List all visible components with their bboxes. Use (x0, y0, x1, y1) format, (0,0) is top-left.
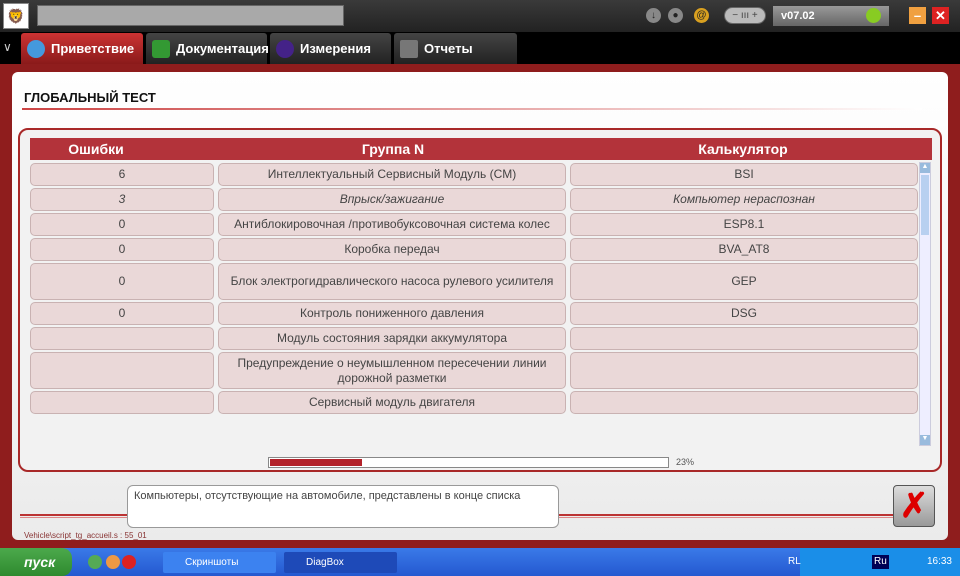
tab-measurements[interactable]: Измерения (270, 33, 391, 64)
tab-bar: ∨ Приветствие Документация Измерения Отч… (0, 32, 960, 64)
cell-group[interactable]: Антиблокировочная /противобуксовочная си… (218, 213, 566, 236)
waveform-icon (276, 40, 294, 58)
language-indicator[interactable]: RL (788, 548, 801, 576)
cell-errors[interactable]: 6 (30, 163, 214, 186)
cell-group[interactable]: Предупреждение о неумышленном пересечени… (218, 352, 566, 389)
cell-errors[interactable]: 0 (30, 238, 214, 261)
title-divider (22, 108, 922, 110)
volume-control[interactable]: − ııı + (724, 7, 766, 24)
cell-errors[interactable]: 0 (30, 263, 214, 300)
cell-calc[interactable]: ESP8.1 (570, 213, 918, 236)
cell-calc[interactable] (570, 391, 918, 414)
cell-calc[interactable] (570, 327, 918, 350)
download-icon[interactable]: ↓ (646, 8, 661, 23)
cell-errors[interactable] (30, 391, 214, 414)
chrome-icon[interactable] (106, 555, 120, 569)
header-group: Группа N (361, 141, 425, 157)
taskbar: пуск Скриншоты DiagBox RL Ru 16:33 (0, 548, 960, 576)
cell-group[interactable]: Блок электрогидравлического насоса рулев… (218, 263, 566, 300)
cell-errors[interactable]: 3 (30, 188, 214, 211)
close-window-button[interactable]: ✕ (932, 7, 949, 24)
cell-group[interactable]: Модуль состояния зарядки аккумулятора (218, 327, 566, 350)
taskbar-item-diagbox[interactable]: DiagBox (284, 552, 397, 573)
version-display: v07.02 (773, 6, 889, 26)
content-area: ГЛОБАЛЬНЫЙ ТЕСТ Ошибки Группа N Калькуля… (12, 72, 948, 540)
info-message: Компьютеры, отсутствующие на автомобиле,… (127, 485, 559, 528)
connection-status-icon (866, 8, 881, 23)
scrollbar[interactable]: ▲ ▼ (919, 162, 931, 446)
cell-group[interactable]: Сервисный модуль двигателя (218, 391, 566, 414)
start-button[interactable]: пуск (0, 548, 72, 576)
cell-group[interactable]: Интеллектуальный Сервисный Модуль (CM) (218, 163, 566, 186)
cell-calc[interactable]: DSG (570, 302, 918, 325)
user-icon[interactable]: ● (668, 8, 683, 23)
compass-icon (27, 40, 45, 58)
system-tray: RL Ru 16:33 (788, 548, 960, 576)
cell-errors[interactable]: 0 (30, 213, 214, 236)
page-title: ГЛОБАЛЬНЫЙ ТЕСТ (24, 90, 156, 105)
header-calculator: Калькулятор (698, 141, 788, 157)
table-viewport: 6 Интеллектуальный Сервисный Модуль (CM) B… (20, 162, 918, 446)
scroll-thumb[interactable] (921, 175, 929, 235)
scroll-up-button[interactable]: ▲ (920, 163, 930, 173)
script-path: Vehicle\script_tg_accueil.s : 55_01 (24, 531, 147, 540)
cell-calc[interactable]: BVA_AT8 (570, 238, 918, 261)
keyboard-layout[interactable]: Ru (872, 555, 889, 569)
minimize-button[interactable]: – (909, 7, 926, 24)
document-icon (400, 40, 418, 58)
book-icon (152, 40, 170, 58)
cell-errors[interactable] (30, 327, 214, 350)
cell-group[interactable]: Коробка передач (218, 238, 566, 261)
progress-fill (270, 459, 362, 466)
cell-calc[interactable]: Компьютер нераспознан (570, 188, 918, 211)
address-bar[interactable] (37, 5, 344, 26)
table-header: Ошибки Группа N Калькулятор (30, 138, 932, 160)
opera-icon[interactable] (122, 555, 136, 569)
tab-reports[interactable]: Отчеты (394, 33, 517, 64)
cell-calc[interactable]: BSI (570, 163, 918, 186)
main-frame: ГЛОБАЛЬНЫЙ ТЕСТ Ошибки Группа N Калькуля… (0, 64, 960, 548)
chevron-down-icon[interactable]: ∨ (3, 40, 12, 54)
results-panel: Ошибки Группа N Калькулятор 6 Интеллектуа… (18, 128, 942, 472)
progress-bar (268, 457, 669, 468)
progress-label: 23% (676, 457, 695, 467)
tab-welcome[interactable]: Приветствие (21, 33, 143, 64)
cell-calc[interactable]: GEP (570, 263, 918, 300)
title-bar: 🦁 ↓ ● @ − ııı + v07.02 – ✕ (0, 0, 960, 32)
utorrent-icon[interactable] (88, 555, 102, 569)
cancel-button[interactable]: ✗ (893, 485, 935, 527)
tab-documentation[interactable]: Документация (146, 33, 269, 64)
cell-errors[interactable]: 0 (30, 302, 214, 325)
scroll-down-button[interactable]: ▼ (920, 435, 930, 445)
clock: 16:33 (926, 556, 952, 567)
email-icon[interactable]: @ (694, 8, 709, 23)
cell-calc[interactable] (570, 352, 918, 389)
header-errors: Ошибки (68, 141, 124, 157)
cell-errors[interactable] (30, 352, 214, 389)
table-body: 6 Интеллектуальный Сервисный Модуль (CM) B… (20, 162, 918, 414)
taskbar-item-screenshots[interactable]: Скриншоты (163, 552, 276, 573)
cell-group[interactable]: Контроль пониженного давления (218, 302, 566, 325)
peugeot-logo: 🦁 (3, 3, 29, 29)
cell-group[interactable]: Впрыск/зажигание (218, 188, 566, 211)
